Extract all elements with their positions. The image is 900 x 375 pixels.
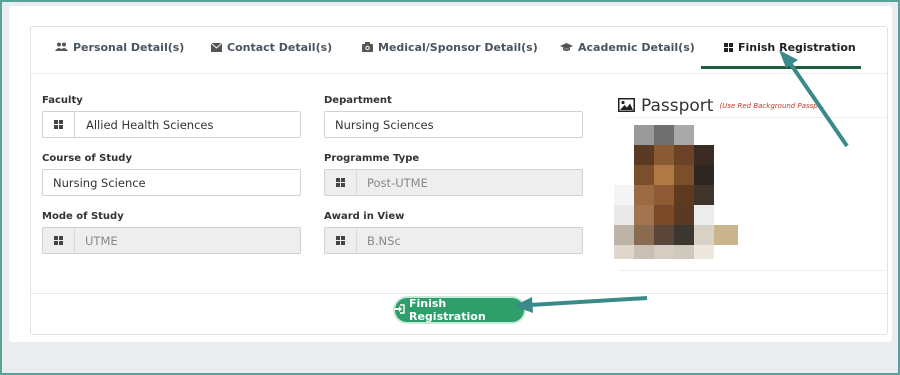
- faculty-select[interactable]: Allied Health Sciences: [42, 111, 301, 138]
- sign-in-icon: [395, 303, 405, 317]
- tab-label: Academic Detail(s): [578, 40, 695, 54]
- registration-card: Personal Detail(s) Contact Detail(s) Med…: [30, 26, 889, 335]
- department-value: Nursing Sciences: [335, 117, 434, 132]
- tab-label: Finish Registration: [738, 40, 856, 54]
- main-panel: Personal Detail(s) Contact Detail(s) Med…: [9, 6, 892, 342]
- active-tab-underline: [701, 66, 861, 69]
- tab-academic-details[interactable]: Academic Detail(s): [560, 38, 695, 56]
- programme-type-field: Post-UTME: [324, 169, 583, 196]
- mode-of-study-value: UTME: [85, 233, 118, 248]
- course-of-study-select[interactable]: Nursing Science: [42, 169, 301, 196]
- divider: [618, 117, 889, 118]
- camera-icon: [362, 42, 373, 52]
- passport-photo[interactable]: [614, 125, 738, 259]
- course-of-study-value: Nursing Science: [53, 175, 146, 190]
- graduation-cap-icon: [560, 42, 573, 52]
- th-large-icon: [724, 42, 733, 52]
- tab-personal-details[interactable]: Personal Detail(s): [55, 38, 184, 56]
- divider: [31, 73, 887, 74]
- tab-label: Contact Detail(s): [227, 40, 333, 54]
- divider: [31, 293, 887, 294]
- faculty-label: Faculty: [42, 95, 83, 106]
- divider: [618, 270, 889, 271]
- tab-medical-sponsor-details[interactable]: Medical/Sponsor Detail(s): [362, 38, 538, 56]
- award-in-view-label: Award in View: [324, 211, 405, 222]
- tab-bar: Personal Detail(s) Contact Detail(s) Med…: [31, 27, 887, 69]
- envelope-icon: [211, 42, 222, 52]
- mode-of-study-label: Mode of Study: [42, 211, 124, 222]
- passport-heading: Passport (Use Red Background Passp...: [618, 96, 824, 116]
- th-large-icon: [325, 228, 357, 253]
- award-in-view-value: B.NSc: [367, 233, 401, 248]
- department-select[interactable]: Nursing Sciences: [324, 111, 583, 138]
- programme-type-label: Programme Type: [324, 153, 420, 164]
- tab-label: Personal Detail(s): [73, 40, 185, 54]
- tab-contact-details[interactable]: Contact Detail(s): [211, 38, 332, 56]
- th-large-icon: [43, 228, 75, 253]
- faculty-value: Allied Health Sciences: [86, 117, 214, 132]
- course-of-study-label: Course of Study: [42, 153, 132, 164]
- tab-label: Medical/Sponsor Detail(s): [378, 40, 538, 54]
- finish-registration-button[interactable]: Finish Registration: [395, 297, 524, 323]
- th-large-icon: [325, 170, 357, 195]
- users-icon: [55, 42, 68, 52]
- passport-title: Passport: [641, 96, 714, 116]
- programme-type-value: Post-UTME: [367, 175, 428, 190]
- finish-registration-label: Finish Registration: [409, 297, 486, 323]
- passport-note: (Use Red Background Passp...: [719, 102, 825, 110]
- th-large-icon: [43, 112, 75, 137]
- mode-of-study-field: UTME: [42, 227, 301, 254]
- department-label: Department: [324, 95, 392, 106]
- award-in-view-field: B.NSc: [324, 227, 583, 254]
- picture-icon: [618, 97, 635, 116]
- tab-finish-registration[interactable]: Finish Registration: [724, 38, 856, 56]
